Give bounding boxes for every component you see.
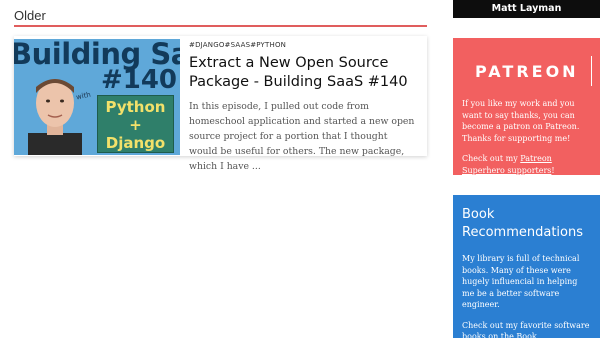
section-heading: Older — [14, 8, 427, 27]
patreon-supporters-text: Check out my Patreon Superhero supporter… — [462, 153, 591, 176]
patreon-logo-text: PATREON — [475, 62, 579, 81]
book-recommendations-title: Book Recommendations — [462, 206, 591, 242]
post-title-link[interactable]: Extract a New Open Source Package - Buil… — [189, 54, 415, 92]
thumbnail-episode-number: #140 — [101, 65, 177, 95]
post-thumbnail[interactable]: Building Saa #140 with Python + Django — [14, 39, 180, 155]
badge-line-django: Django — [98, 134, 173, 152]
patreon-widget: PATREON If you like my work and you want… — [453, 38, 600, 175]
presenter-photo — [20, 69, 90, 155]
book-recommendations-widget: Book Recommendations My library is full … — [453, 195, 600, 338]
book-link-text: Check out my favorite software books on … — [462, 320, 591, 354]
badge-line-plus: + — [98, 116, 173, 134]
post-card[interactable]: Building Saa #140 with Python + Django #… — [14, 36, 427, 156]
patreon-description: If you like my work and you want to say … — [462, 98, 591, 144]
post-excerpt: In this episode, I pulled out code from … — [189, 99, 415, 174]
post-body: #DJANGO#SAAS#PYTHON Extract a New Open S… — [180, 36, 427, 156]
patreon-logo[interactable]: PATREON — [462, 58, 591, 84]
book-description: My library is full of technical books. M… — [462, 253, 591, 311]
python-django-badge: Python + Django — [97, 95, 174, 153]
badge-line-python: Python — [98, 98, 173, 116]
post-tags[interactable]: #DJANGO#SAAS#PYTHON — [189, 41, 415, 49]
author-banner[interactable]: Matt Layman — [453, 0, 600, 18]
